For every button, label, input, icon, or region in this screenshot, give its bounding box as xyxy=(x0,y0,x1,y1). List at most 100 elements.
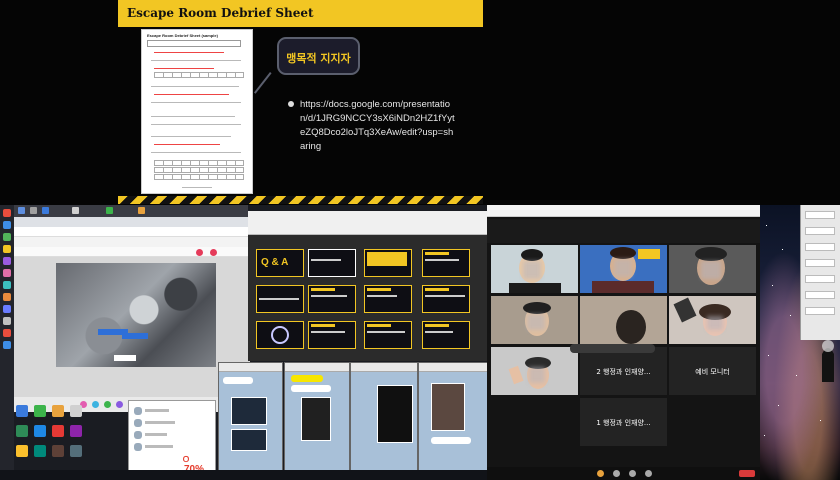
list-item[interactable] xyxy=(134,431,214,439)
telescope-silhouette xyxy=(822,340,834,382)
notification-pill[interactable] xyxy=(570,344,655,353)
chat-window xyxy=(218,362,283,480)
ppt-ribbon[interactable] xyxy=(248,211,488,235)
control-icon[interactable] xyxy=(116,401,123,408)
app-icon[interactable] xyxy=(3,233,11,241)
list-item[interactable] xyxy=(134,419,214,427)
bubble-pointer xyxy=(253,72,291,109)
slide-thumbnail[interactable] xyxy=(308,285,356,313)
desktop-icon[interactable] xyxy=(70,425,82,437)
slide-thumbnail[interactable] xyxy=(364,249,412,277)
app-icon[interactable] xyxy=(3,341,11,349)
bullet-icon xyxy=(288,101,294,107)
control-icon[interactable] xyxy=(104,401,111,408)
desktop-icon[interactable] xyxy=(34,405,46,417)
qa-label: Q & A xyxy=(261,257,289,268)
desktop-icon[interactable] xyxy=(34,425,46,437)
app-icon[interactable] xyxy=(30,207,37,214)
control-icon[interactable] xyxy=(597,470,604,477)
participant-tile[interactable]: 2 행정과 인재양... xyxy=(580,347,667,395)
desktop-icon[interactable] xyxy=(16,445,28,457)
desktop-icon[interactable] xyxy=(70,405,82,417)
side-panel xyxy=(800,205,840,340)
browser-tabs[interactable] xyxy=(14,217,250,227)
control-icon[interactable] xyxy=(613,470,620,477)
slide-thumbnail[interactable] xyxy=(364,285,412,313)
app-icon[interactable] xyxy=(3,281,11,289)
chat-window xyxy=(418,362,488,480)
video-tile[interactable] xyxy=(491,245,578,293)
desktop-icon[interactable] xyxy=(16,425,28,437)
app-icon[interactable] xyxy=(3,293,11,301)
bubble-text: 맹목적 지지자 xyxy=(286,52,351,65)
control-icon[interactable] xyxy=(629,470,636,477)
video-tile[interactable] xyxy=(491,347,578,395)
app-icon[interactable] xyxy=(3,269,11,277)
gallery-header xyxy=(487,219,760,243)
app-icon[interactable] xyxy=(106,207,113,214)
app-icon[interactable] xyxy=(3,221,11,229)
desktop-icon[interactable] xyxy=(34,445,46,457)
slide-thumbnail[interactable] xyxy=(422,321,470,349)
app-icon[interactable] xyxy=(18,207,25,214)
video-call-window: 2 행정과 인재양... 예비 모니터 1 행정과 인재양... xyxy=(487,205,760,480)
app-icon[interactable] xyxy=(3,305,11,313)
record-icon[interactable] xyxy=(196,249,203,256)
hazard-stripe xyxy=(118,196,483,204)
desktop-icon[interactable] xyxy=(70,445,82,457)
desktop-icon[interactable] xyxy=(52,425,64,437)
video-tile[interactable] xyxy=(491,296,578,344)
slide-thumbnail[interactable] xyxy=(422,249,470,277)
control-icon[interactable] xyxy=(645,470,652,477)
app-icon[interactable] xyxy=(3,317,11,325)
meeting-photo xyxy=(56,263,216,367)
slide-thumbnail[interactable]: Q & A xyxy=(256,249,304,277)
sheet-title: Escape Room Debrief Sheet (sample) xyxy=(147,33,218,38)
participant-name: 1 행정과 인재양... xyxy=(596,419,651,427)
window-titlebar xyxy=(487,205,760,217)
participant-tile[interactable]: 1 행정과 인재양... xyxy=(580,398,667,446)
slide-thumbnail[interactable] xyxy=(364,321,412,349)
app-icon[interactable] xyxy=(3,257,11,265)
side-toolbar xyxy=(0,205,14,480)
app-icon[interactable] xyxy=(3,329,11,337)
desktop-icon[interactable] xyxy=(16,405,28,417)
video-tile[interactable] xyxy=(580,296,667,344)
taskbar xyxy=(0,470,487,480)
control-icon[interactable] xyxy=(92,401,99,408)
video-tile[interactable] xyxy=(580,245,667,293)
participant-tile[interactable]: 예비 모니터 xyxy=(669,347,756,395)
slide-sorter-window: Q & A xyxy=(248,211,488,361)
participant-name: 2 행정과 인재양... xyxy=(596,368,651,376)
app-icon[interactable] xyxy=(42,207,49,214)
desktop-icon[interactable] xyxy=(52,405,64,417)
participant-name: 예비 모니터 xyxy=(695,368,730,376)
slide-thumbnail[interactable] xyxy=(308,321,356,349)
slide-thumbnail[interactable] xyxy=(308,249,356,277)
app-icon[interactable] xyxy=(72,207,79,214)
slide-thumbnail[interactable] xyxy=(256,321,304,349)
slide-title: Escape Room Debrief Sheet xyxy=(127,6,314,20)
speech-bubble: 맹목적 지지자 xyxy=(277,37,360,75)
leave-button[interactable] xyxy=(739,470,755,477)
share-icon[interactable] xyxy=(210,249,217,256)
list-item[interactable] xyxy=(134,443,214,451)
sheet-name-box xyxy=(147,40,241,47)
desktop-icon[interactable] xyxy=(52,445,64,457)
app-icon[interactable] xyxy=(3,245,11,253)
app-icon[interactable] xyxy=(3,209,11,217)
video-tile[interactable] xyxy=(669,296,756,344)
slide-thumbnail[interactable] xyxy=(422,285,470,313)
shared-link[interactable]: https://docs.google.com/presentation/d/1… xyxy=(300,98,455,154)
list-item[interactable] xyxy=(134,407,214,415)
meeting-controls xyxy=(487,467,760,480)
browser-window xyxy=(14,217,250,412)
avatar xyxy=(134,431,142,439)
slides-toolbar[interactable] xyxy=(14,247,250,257)
desktop-topbar xyxy=(14,205,248,217)
chat-window xyxy=(284,362,350,480)
slide-thumbnail[interactable] xyxy=(256,285,304,313)
address-bar[interactable] xyxy=(14,227,250,237)
video-tile[interactable] xyxy=(669,245,756,293)
app-icon[interactable] xyxy=(138,207,145,214)
